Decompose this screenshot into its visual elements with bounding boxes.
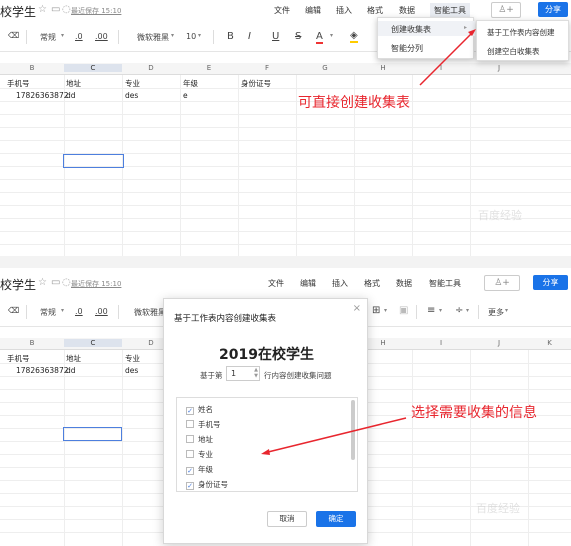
watermark: 百度经验: [476, 502, 520, 515]
annotation-text: 可直接创建收集表: [298, 95, 410, 111]
screenshot-bottom: 校学生 ☆ ▭ ◌ 最近保存 15:10 文件 编辑 插入 格式 数据 智能工具…: [0, 268, 571, 546]
divider: [0, 256, 571, 268]
watermark: 百度经验: [478, 209, 522, 222]
screenshot-top: 校学生 ☆ ▭ ◌ 最近保存 15:10 文件 编辑 插入 格式 数据 智能工具…: [0, 0, 571, 256]
annotation-text: 选择需要收集的信息: [411, 405, 537, 421]
